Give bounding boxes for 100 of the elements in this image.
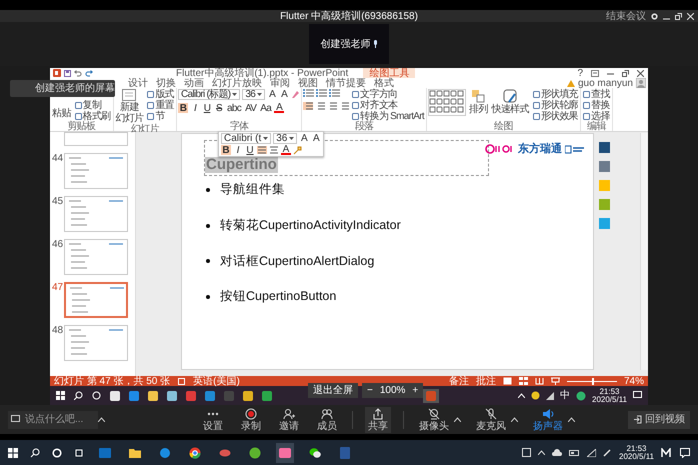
user-name[interactable]: guo manyun bbox=[578, 78, 633, 88]
toolbar-button[interactable]: 麦克风 bbox=[473, 406, 509, 432]
ribbon-button[interactable]: 转换为 SmartArt bbox=[351, 111, 425, 121]
color-swatch[interactable] bbox=[599, 161, 610, 172]
sorter-view-icon[interactable] bbox=[518, 377, 528, 385]
ribbon-tab[interactable]: 设计 bbox=[124, 78, 152, 88]
list-icon[interactable] bbox=[329, 89, 340, 97]
pen-icon[interactable] bbox=[603, 448, 612, 457]
zoom-value[interactable]: 100% bbox=[380, 385, 406, 396]
ribbon-button[interactable]: 形状轮廓 bbox=[532, 100, 579, 110]
ribbon-button[interactable]: 版式 bbox=[146, 89, 176, 99]
ribbon-button[interactable]: 快速样式 bbox=[490, 89, 530, 115]
format-button[interactable]: B bbox=[178, 103, 188, 113]
status-icon[interactable] bbox=[531, 391, 540, 400]
ribbon-button[interactable]: 新建 幻灯片 bbox=[114, 89, 144, 124]
folder-icon[interactable] bbox=[129, 446, 141, 458]
align-icon[interactable] bbox=[327, 102, 338, 110]
chevron-up-icon[interactable] bbox=[538, 450, 545, 455]
ribbon-tab[interactable]: 审阅 bbox=[266, 78, 294, 88]
toolbar-button[interactable]: 摄像头 bbox=[416, 406, 452, 432]
format-button[interactable]: U bbox=[202, 103, 212, 113]
ribbon-button[interactable]: 替换 bbox=[582, 100, 611, 110]
color-swatch[interactable] bbox=[599, 142, 610, 153]
restore-icon[interactable] bbox=[675, 12, 682, 20]
format-button[interactable]: A bbox=[274, 103, 284, 113]
align-icon[interactable] bbox=[269, 146, 279, 154]
toolbar-button[interactable]: 共享 bbox=[365, 406, 391, 432]
chat-bubbles-icon[interactable] bbox=[309, 446, 321, 458]
windows-icon[interactable] bbox=[8, 448, 18, 458]
help-button[interactable]: ? bbox=[577, 68, 583, 78]
reading-view-icon[interactable] bbox=[534, 377, 544, 385]
notes-button[interactable]: 备注 bbox=[448, 376, 469, 386]
powerpoint-logo-icon[interactable] bbox=[53, 69, 61, 77]
badge-icon[interactable] bbox=[576, 390, 586, 400]
ribbon-tab[interactable]: 视图 bbox=[294, 78, 322, 88]
restore-icon[interactable] bbox=[622, 70, 629, 76]
wifi-icon[interactable] bbox=[587, 448, 596, 456]
cloud-icon[interactable] bbox=[552, 449, 562, 456]
align-icon[interactable] bbox=[339, 102, 350, 110]
format-button[interactable]: AV bbox=[244, 103, 258, 113]
ribbon-button[interactable]: 形状填充 bbox=[532, 89, 579, 99]
clock[interactable]: 21:53 2020/5/11 bbox=[592, 388, 627, 404]
list-icon[interactable] bbox=[316, 89, 328, 97]
comments-button[interactable]: 批注 bbox=[476, 376, 496, 386]
shapes-gallery-drawing[interactable] bbox=[428, 89, 466, 116]
ribbon-button[interactable]: 文字方向 bbox=[351, 89, 425, 99]
slide-thumbnail[interactable] bbox=[64, 196, 128, 232]
ribbon-tab[interactable]: 切换 bbox=[152, 78, 180, 88]
format-button[interactable]: B bbox=[221, 145, 231, 155]
toolbar-button[interactable]: 扬声器 bbox=[530, 406, 566, 432]
ribbon-button[interactable]: 形状效果 bbox=[532, 111, 579, 121]
save-icon[interactable] bbox=[64, 70, 71, 76]
ribbon-button[interactable]: 对齐文本 bbox=[351, 100, 425, 110]
slide-thumbnail[interactable] bbox=[64, 132, 128, 146]
toolbar-button[interactable]: 邀请 bbox=[276, 406, 302, 432]
search-icon[interactable] bbox=[30, 448, 40, 458]
color-swatch[interactable] bbox=[599, 180, 610, 191]
list-icon[interactable] bbox=[303, 89, 314, 97]
ribbon-button[interactable]: 重置 bbox=[146, 100, 176, 110]
toolbar-button[interactable]: 设置 bbox=[200, 406, 226, 432]
chevron-up-icon[interactable] bbox=[568, 417, 575, 422]
color-swatch[interactable] bbox=[599, 218, 610, 229]
zoom-in-button[interactable]: + bbox=[412, 385, 418, 396]
input-method-indicator[interactable]: 中 bbox=[560, 390, 570, 401]
keyboard-icon[interactable] bbox=[522, 448, 531, 457]
slide-thumbnail[interactable] bbox=[64, 282, 128, 318]
slide-thumbnail[interactable] bbox=[64, 153, 128, 189]
settings-icon[interactable] bbox=[651, 12, 658, 20]
chevron-up-icon[interactable] bbox=[98, 417, 105, 422]
font-color-button[interactable]: A bbox=[281, 145, 291, 155]
end-meeting-button[interactable]: 结束会议 bbox=[606, 10, 646, 22]
chevron-up-icon[interactable] bbox=[511, 417, 518, 422]
ribbon-button[interactable]: 复制 bbox=[74, 100, 112, 110]
close-icon[interactable] bbox=[637, 70, 644, 76]
clear-format-icon[interactable] bbox=[291, 90, 300, 99]
notification-icon[interactable] bbox=[633, 391, 642, 400]
align-icon[interactable] bbox=[303, 102, 314, 110]
color-swatch[interactable] bbox=[599, 199, 610, 210]
slide-thumbnail[interactable] bbox=[64, 325, 128, 361]
slide-thumbnail[interactable] bbox=[64, 239, 128, 275]
ribbon-button[interactable]: 排列 bbox=[468, 89, 489, 115]
ribbon-tab[interactable]: 幻灯片放映 bbox=[208, 78, 266, 88]
format-button[interactable]: abc bbox=[226, 103, 242, 113]
vertical-scrollbar[interactable] bbox=[640, 133, 648, 370]
ribbon-button[interactable]: 查找 bbox=[582, 89, 611, 99]
format-button[interactable]: S bbox=[214, 103, 224, 113]
slideshow-icon[interactable] bbox=[550, 377, 560, 385]
font-name-field[interactable]: Calibri (t bbox=[221, 133, 272, 144]
font-size-field[interactable]: 36 bbox=[242, 89, 266, 100]
search-icon[interactable] bbox=[74, 391, 83, 400]
toolbar-button[interactable]: 成员 bbox=[314, 406, 340, 432]
app-icon[interactable] bbox=[189, 446, 201, 458]
circle-icon[interactable] bbox=[52, 448, 62, 458]
ribbon-button[interactable]: 格式刷 bbox=[74, 111, 112, 121]
ribbon-button[interactable]: 节 bbox=[146, 111, 176, 121]
toolbar-button[interactable]: 录制 bbox=[238, 406, 264, 432]
zoom-out-button[interactable]: − bbox=[367, 385, 373, 396]
font-size-button[interactable]: A bbox=[279, 90, 290, 100]
align-icon[interactable] bbox=[315, 102, 326, 110]
format-button[interactable]: I bbox=[233, 145, 243, 155]
